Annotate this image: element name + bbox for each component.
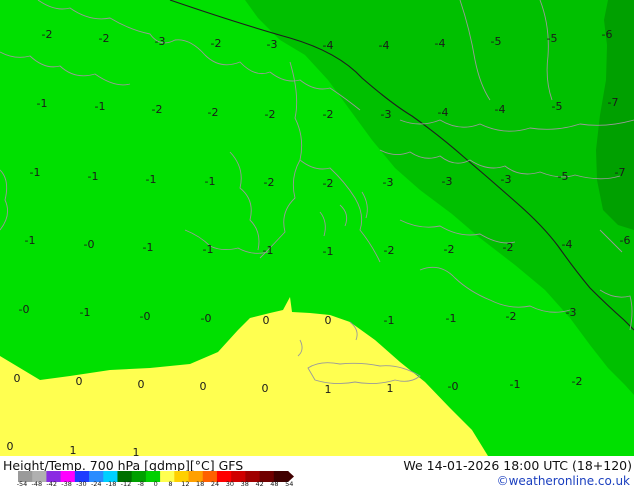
temperature-label: 1 bbox=[133, 446, 140, 456]
temperature-label: -1 bbox=[37, 97, 48, 110]
temperature-label: -2 bbox=[506, 310, 517, 323]
temperature-label: -5 bbox=[491, 35, 502, 48]
temperature-label: -1 bbox=[25, 234, 36, 247]
temperature-label: 0 bbox=[7, 440, 14, 453]
temperature-label: -3 bbox=[381, 108, 392, 121]
scale-tick-label: -48 bbox=[31, 480, 43, 488]
temperature-label: -1 bbox=[384, 314, 395, 327]
scale-tick-label: 18 bbox=[196, 480, 205, 488]
valid-time: We 14-01-2026 18:00 UTC (18+120) bbox=[403, 458, 632, 473]
temperature-label: -4 bbox=[379, 39, 390, 52]
temperature-label: -2 bbox=[264, 176, 275, 189]
scale-tick-label: -30 bbox=[76, 480, 87, 488]
temperature-label: -2 bbox=[265, 108, 276, 121]
scale-tick-label: 8 bbox=[168, 480, 173, 488]
temperature-label: -0 bbox=[84, 238, 95, 251]
temperature-label: -2 bbox=[211, 37, 222, 50]
temperature-label: -2 bbox=[42, 28, 53, 41]
temperature-label: 0 bbox=[200, 380, 207, 393]
temperature-label: 0 bbox=[325, 314, 332, 327]
temperature-label: -5 bbox=[552, 100, 563, 113]
temperature-label: -1 bbox=[205, 175, 216, 188]
temperature-label: -2 bbox=[384, 244, 395, 257]
temperature-label: -2 bbox=[444, 243, 455, 256]
temperature-label: 1 bbox=[325, 383, 332, 396]
scale-tick-label: -38 bbox=[61, 480, 72, 488]
temperature-label: -3 bbox=[155, 35, 166, 48]
color-scale-ticks: -54 -48 -42 -38 -30 -24 -18 -12 -8 0 8 12 18 24 30 38 42… bbox=[17, 480, 302, 490]
temperature-label: 0 bbox=[14, 372, 21, 385]
forecast-map: -2 -2 -3 -2 -3 -4 -4 -4 -5 -5 -6 -1 -1 -2 -2 -2 -2 -3 -4 -4… bbox=[0, 0, 634, 456]
temperature-label: -1 bbox=[203, 243, 214, 256]
temperature-label: -4 bbox=[435, 37, 446, 50]
temperature-label: -1 bbox=[446, 312, 457, 325]
temperature-label: -1 bbox=[80, 306, 91, 319]
temperature-label: 1 bbox=[70, 444, 77, 456]
scale-tick-label: 38 bbox=[240, 480, 249, 488]
temperature-label: -3 bbox=[501, 173, 512, 186]
temperature-label: -3 bbox=[566, 306, 577, 319]
temperature-label: -2 bbox=[99, 32, 110, 45]
scale-tick-label: -54 bbox=[16, 480, 28, 488]
temperature-label: -3 bbox=[383, 176, 394, 189]
temperature-label: -5 bbox=[547, 32, 558, 45]
temperature-label: -2 bbox=[572, 375, 583, 388]
temperature-label: 0 bbox=[138, 378, 145, 391]
scale-tick-label: -24 bbox=[90, 480, 102, 488]
scale-tick-label: -18 bbox=[105, 480, 117, 488]
temperature-label: 0 bbox=[263, 314, 270, 327]
temperature-label: -2 bbox=[323, 177, 334, 190]
scale-tick-label: 12 bbox=[181, 480, 190, 488]
temperature-label: -6 bbox=[620, 234, 631, 247]
temperature-label: 1 bbox=[387, 382, 394, 395]
scale-tick-label: 54 bbox=[285, 480, 294, 488]
scale-tick-label: 48 bbox=[270, 480, 279, 488]
temperature-label: -1 bbox=[95, 100, 106, 113]
temperature-label: -4 bbox=[562, 238, 573, 251]
scale-tick-label: 24 bbox=[210, 480, 220, 488]
temperature-label: -3 bbox=[267, 38, 278, 51]
temperature-label: -2 bbox=[152, 103, 163, 116]
temperature-label: -6 bbox=[602, 28, 613, 41]
temperature-label: -1 bbox=[146, 173, 157, 186]
temperature-label: -5 bbox=[558, 170, 569, 183]
temperature-label: -1 bbox=[143, 241, 154, 254]
map-stage: -2 -2 -3 -2 -3 -4 -4 -4 -5 -5 -6 -1 -1 -2 -2 -2 -2 -3 -4 -4… bbox=[0, 0, 634, 490]
temperature-label: -1 bbox=[30, 166, 41, 179]
temperature-label: 0 bbox=[76, 375, 83, 388]
temperature-label: -0 bbox=[19, 303, 30, 316]
temperature-label: -0 bbox=[201, 312, 212, 325]
temperature-label: -7 bbox=[608, 96, 619, 109]
temperature-label: -4 bbox=[323, 39, 334, 52]
temperature-label: 0 bbox=[262, 382, 269, 395]
scale-tick-label: -12 bbox=[120, 480, 132, 488]
credit-link[interactable]: ©weatheronline.co.uk bbox=[497, 474, 630, 488]
temperature-label: -2 bbox=[323, 108, 334, 121]
scale-tick-label: 0 bbox=[153, 480, 158, 488]
temperature-label: -7 bbox=[615, 166, 626, 179]
temperature-label: -3 bbox=[442, 175, 453, 188]
temperature-label: -1 bbox=[263, 244, 274, 257]
scale-tick-label: 30 bbox=[225, 480, 235, 488]
scale-tick-label: -8 bbox=[137, 480, 145, 488]
temperature-label: -1 bbox=[510, 378, 521, 391]
temperature-label: -2 bbox=[208, 106, 219, 119]
temperature-label: -4 bbox=[438, 106, 449, 119]
scale-tick-label: 42 bbox=[255, 480, 264, 488]
temperature-label: -4 bbox=[495, 103, 506, 116]
temperature-label: -1 bbox=[88, 170, 99, 183]
temperature-label: -1 bbox=[323, 245, 334, 258]
temperature-label: -0 bbox=[448, 380, 459, 393]
temperature-label: -0 bbox=[140, 310, 151, 323]
scale-tick-label: -42 bbox=[46, 480, 57, 488]
temperature-label: -2 bbox=[503, 241, 514, 254]
